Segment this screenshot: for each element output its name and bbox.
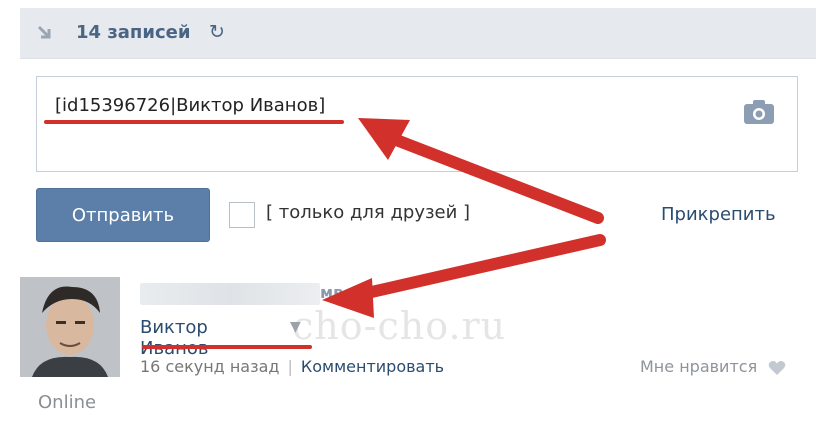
comment-link[interactable]: Комментировать xyxy=(301,357,444,376)
author-name-fragment: мв xyxy=(320,283,344,302)
wall-header: 14 записей ↻ xyxy=(20,8,816,59)
post-time[interactable]: 16 секунд назад xyxy=(140,357,279,376)
author-name-blurred xyxy=(140,283,320,305)
post-input-text: [id15396726|Виктор Иванов] xyxy=(55,95,326,116)
mention-link[interactable]: Виктор Иванов xyxy=(140,317,209,359)
camera-icon[interactable] xyxy=(743,99,775,125)
friends-only-checkbox[interactable] xyxy=(229,202,255,228)
post-meta: 16 секунд назад | Комментировать xyxy=(140,357,444,376)
meta-separator: | xyxy=(287,357,293,376)
like-label: Мне нравится xyxy=(640,357,758,376)
attach-link[interactable]: Прикрепить xyxy=(661,204,776,225)
collapse-arrow-icon[interactable] xyxy=(36,24,56,44)
post-input[interactable]: [id15396726|Виктор Иванов] xyxy=(36,76,798,172)
highlight-underline xyxy=(142,345,312,349)
friends-only-label: [ только для друзей ] xyxy=(266,202,471,223)
like-button[interactable]: Мне нравится xyxy=(640,357,786,376)
online-status: Online xyxy=(38,392,97,413)
avatar[interactable] xyxy=(20,277,120,377)
wall-card: 14 записей ↻ [id15396726|Виктор Иванов] … xyxy=(20,8,816,426)
watermark: cho-cho.ru xyxy=(292,304,507,348)
heart-icon xyxy=(768,360,786,375)
send-button[interactable]: Отправить xyxy=(36,188,210,242)
refresh-icon[interactable]: ↻ xyxy=(209,21,225,43)
records-count[interactable]: 14 записей xyxy=(76,22,190,43)
